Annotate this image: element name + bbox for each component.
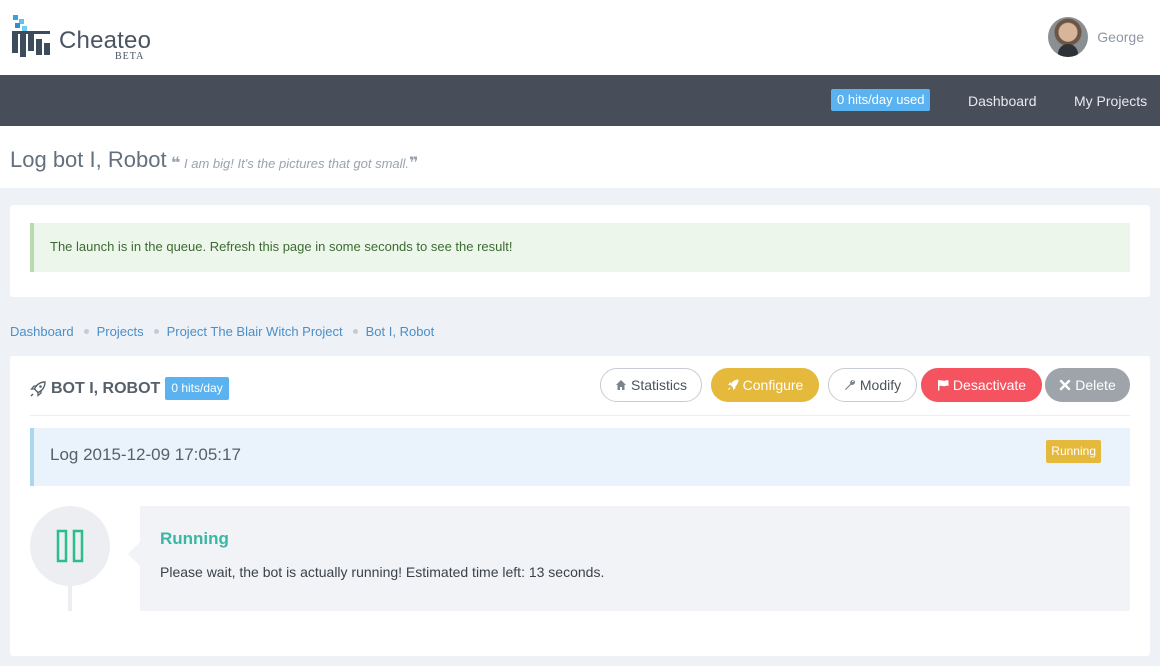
rocket-icon	[727, 379, 739, 391]
timeline-text: Please wait, the bot is actually running…	[160, 564, 605, 580]
page-title: Log bot I, Robot	[10, 147, 167, 172]
breadcrumb-dashboard[interactable]: Dashboard	[10, 324, 74, 339]
timeline-entry: Running Please wait, the bot is actually…	[128, 506, 1130, 611]
nav-dashboard[interactable]: Dashboard	[968, 93, 1037, 109]
timeline-heading: Running	[160, 529, 229, 548]
configure-button[interactable]: Configure	[711, 368, 819, 402]
main-navbar: 0 hits/day used Dashboard My Projects	[0, 75, 1160, 126]
breadcrumb-project[interactable]: Project The Blair Witch Project	[167, 324, 343, 339]
desactivate-label: Desactivate	[952, 377, 1027, 393]
close-icon	[1060, 379, 1071, 391]
user-menu[interactable]: George	[1048, 17, 1144, 57]
user-name[interactable]: George	[1097, 29, 1144, 45]
logo-mark-icon	[12, 15, 50, 57]
modify-label: Modify	[859, 377, 902, 393]
alert-message: The launch is in the queue. Refresh this…	[50, 239, 513, 254]
wrench-icon	[844, 379, 855, 390]
flag-icon	[937, 380, 949, 391]
bot-title: BOT I, ROBOT 0 hits/day	[30, 377, 229, 400]
delete-label: Delete	[1075, 377, 1116, 393]
avatar[interactable]	[1048, 17, 1089, 57]
rocket-icon	[30, 380, 46, 397]
bot-name: BOT I, ROBOT	[51, 379, 161, 397]
nav-my-projects[interactable]: My Projects	[1074, 93, 1147, 109]
bot-panel: BOT I, ROBOT 0 hits/day Statistics Confi…	[10, 356, 1150, 656]
log-title: Log 2015-12-09 17:05:17	[50, 445, 241, 464]
delete-button[interactable]: Delete	[1045, 368, 1130, 402]
close-quote-icon: ❞	[409, 155, 419, 172]
bot-hits-badge: 0 hits/day	[165, 377, 229, 400]
timeline-marker	[30, 506, 110, 586]
modify-button[interactable]: Modify	[828, 368, 917, 402]
breadcrumb: Dashboard Projects Project The Blair Wit…	[10, 324, 434, 339]
statistics-button[interactable]: Statistics	[600, 368, 702, 402]
breadcrumb-projects[interactable]: Projects	[97, 324, 144, 339]
divider	[30, 415, 1130, 416]
breadcrumb-separator	[352, 329, 358, 334]
quote-text: I am big! It's the pictures that got sma…	[184, 156, 410, 171]
logo[interactable]: Cheateo BETA	[11, 13, 161, 63]
breadcrumb-bot[interactable]: Bot I, Robot	[366, 324, 435, 339]
home-icon	[615, 380, 626, 390]
queue-alert: The launch is in the queue. Refresh this…	[30, 223, 1130, 272]
alert-panel: The launch is in the queue. Refresh this…	[10, 205, 1150, 297]
pause-icon	[56, 529, 84, 563]
page-quote: ❝ I am big! It's the pictures that got s…	[171, 153, 418, 173]
breadcrumb-separator	[83, 329, 89, 334]
statistics-label: Statistics	[630, 377, 687, 393]
brand-tag: BETA	[115, 51, 145, 62]
top-header: Cheateo BETA George	[0, 0, 1160, 75]
page-header: Log bot I, Robot ❝ I am big! It's the pi…	[0, 126, 1160, 188]
log-header: Log 2015-12-09 17:05:17 Running	[30, 428, 1130, 486]
open-quote-icon: ❝	[171, 155, 181, 172]
desactivate-button[interactable]: Desactivate	[921, 368, 1042, 402]
status-badge: Running	[1046, 440, 1101, 463]
hits-usage-badge: 0 hits/day used	[831, 89, 931, 111]
breadcrumb-separator	[153, 329, 159, 334]
configure-label: Configure	[742, 377, 804, 393]
